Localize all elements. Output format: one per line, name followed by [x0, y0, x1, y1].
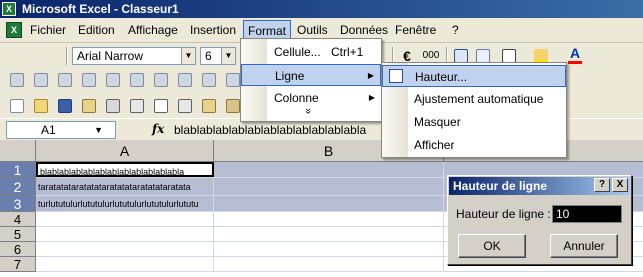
title-bar: X Microsoft Excel - Classeur1: [0, 0, 643, 18]
help-button[interactable]: ?: [594, 178, 610, 192]
workbook-icon[interactable]: X: [6, 22, 22, 38]
row-header-1[interactable]: 1: [0, 162, 36, 178]
chevron-down-icon: ▼: [94, 125, 103, 135]
menu-outils[interactable]: Outils: [297, 22, 328, 39]
cell-b5[interactable]: [214, 227, 444, 241]
row-height-input[interactable]: 10: [552, 205, 622, 223]
close-icon[interactable]: X: [612, 178, 628, 192]
ok-button[interactable]: OK: [458, 234, 526, 258]
spelling-icon[interactable]: [152, 97, 170, 115]
review-icon-6[interactable]: [128, 71, 146, 89]
cell-a2[interactable]: taratatataratatataratatataratatataratata: [36, 178, 214, 195]
format-painter-icon[interactable]: [200, 97, 218, 115]
menu-item-label: Afficher: [414, 138, 455, 152]
submenu-arrow-icon: ▶: [368, 93, 375, 102]
row-header-4[interactable]: 4: [0, 212, 36, 227]
font-name-value: Arial Narrow: [77, 49, 144, 63]
cancel-button[interactable]: Annuler: [550, 234, 618, 258]
chevron-down-icon: ▼: [221, 48, 235, 64]
chevron-down-icon: ▼: [181, 48, 195, 64]
menu-fichier[interactable]: Fichier: [30, 22, 66, 39]
open-folder-icon[interactable]: [32, 97, 50, 115]
menu-item-colonne[interactable]: Colonne ▶: [241, 87, 381, 109]
new-file-icon[interactable]: [8, 97, 26, 115]
menu-item-label: Ligne: [275, 69, 305, 83]
font-size-value: 6: [205, 49, 212, 63]
font-size-select[interactable]: 6 ▼: [200, 47, 236, 65]
review-icon-4[interactable]: [80, 71, 98, 89]
review-icon-1[interactable]: [8, 71, 26, 89]
menu-item-label: Cellule...: [274, 45, 321, 59]
name-box-value: A1: [41, 123, 56, 137]
review-icon-9[interactable]: [200, 71, 218, 89]
cell-b1[interactable]: [214, 162, 444, 177]
row-header-2[interactable]: 2: [0, 178, 36, 196]
cell-a6[interactable]: [36, 242, 214, 256]
cell-b4[interactable]: [214, 212, 444, 226]
research-icon[interactable]: [176, 97, 194, 115]
menu-help[interactable]: ?: [452, 22, 459, 39]
row-header-5[interactable]: 5: [0, 227, 36, 242]
cell-b7[interactable]: [214, 257, 444, 271]
cell-a5[interactable]: [36, 227, 214, 241]
select-all-corner[interactable]: [0, 140, 36, 162]
name-box[interactable]: A1 ▼: [6, 121, 116, 139]
menu-item-cellule[interactable]: Cellule... Ctrl+1: [241, 41, 381, 63]
cell-a3[interactable]: turlututulurlututulurlututulurlututulurl…: [36, 196, 214, 211]
font-name-select[interactable]: Arial Narrow ▼: [72, 47, 196, 65]
row-height-icon: [389, 69, 403, 83]
menu-insertion[interactable]: Insertion: [190, 22, 236, 39]
row-header-3[interactable]: 3: [0, 196, 36, 212]
review-icon-2[interactable]: [32, 71, 50, 89]
expand-menu-icon[interactable]: »: [302, 108, 314, 114]
review-icon-5[interactable]: [104, 71, 122, 89]
menu-item-label: Colonne: [274, 91, 319, 105]
cell-a1[interactable]: blablablablablablablablablablablabla: [36, 162, 214, 177]
toolbar-grip: [66, 47, 68, 65]
menu-edition[interactable]: Edition: [78, 22, 115, 39]
review-icon-7[interactable]: [152, 71, 170, 89]
review-icon-8[interactable]: [176, 71, 194, 89]
menu-item-hauteur[interactable]: Hauteur...: [382, 65, 566, 87]
review-icon-3[interactable]: [56, 71, 74, 89]
format-dropdown-menu: Cellule... Ctrl+1 Ligne ▶ Colonne ▶ »: [240, 38, 382, 122]
cell-a7[interactable]: [36, 257, 214, 271]
menu-item-ajustement[interactable]: Ajustement automatique: [382, 88, 566, 110]
cell-b2[interactable]: [214, 178, 444, 195]
submenu-arrow-icon: ▶: [367, 71, 374, 80]
menu-affichage[interactable]: Affichage: [128, 22, 178, 39]
save-icon[interactable]: [56, 97, 74, 115]
row-header-7[interactable]: 7: [0, 257, 36, 272]
menu-item-label: Hauteur...: [415, 70, 468, 84]
insert-function-icon[interactable]: fx: [152, 122, 164, 136]
excel-app-icon: X: [2, 2, 16, 16]
print-icon[interactable]: [104, 97, 122, 115]
menu-item-masquer[interactable]: Masquer: [382, 111, 566, 133]
font-color-icon[interactable]: A: [566, 45, 584, 64]
menu-item-label: Ajustement automatique: [414, 92, 544, 106]
menu-fenetre[interactable]: Fenêtre: [395, 22, 436, 39]
row-height-dialog: Hauteur de ligne ? X Hauteur de ligne : …: [447, 175, 632, 265]
column-header-a[interactable]: A: [36, 140, 214, 162]
ligne-submenu: Hauteur... Ajustement automatique Masque…: [381, 62, 567, 158]
cell-b6[interactable]: [214, 242, 444, 256]
row-height-label: Hauteur de ligne :: [456, 207, 551, 221]
menu-item-ligne[interactable]: Ligne ▶: [241, 64, 381, 86]
menu-item-afficher[interactable]: Afficher: [382, 134, 566, 156]
cell-a4[interactable]: [36, 212, 214, 226]
print-preview-icon[interactable]: [128, 97, 146, 115]
window-title: Microsoft Excel - Classeur1: [22, 2, 179, 16]
row-header-6[interactable]: 6: [0, 242, 36, 257]
cell-b3[interactable]: [214, 196, 444, 211]
formula-input[interactable]: blablablablablablablablablablablabla: [174, 121, 374, 139]
menu-item-shortcut: Ctrl+1: [331, 45, 364, 59]
menu-donnees[interactable]: Données: [340, 22, 388, 39]
menu-item-label: Masquer: [414, 115, 461, 129]
permission-icon[interactable]: [80, 97, 98, 115]
